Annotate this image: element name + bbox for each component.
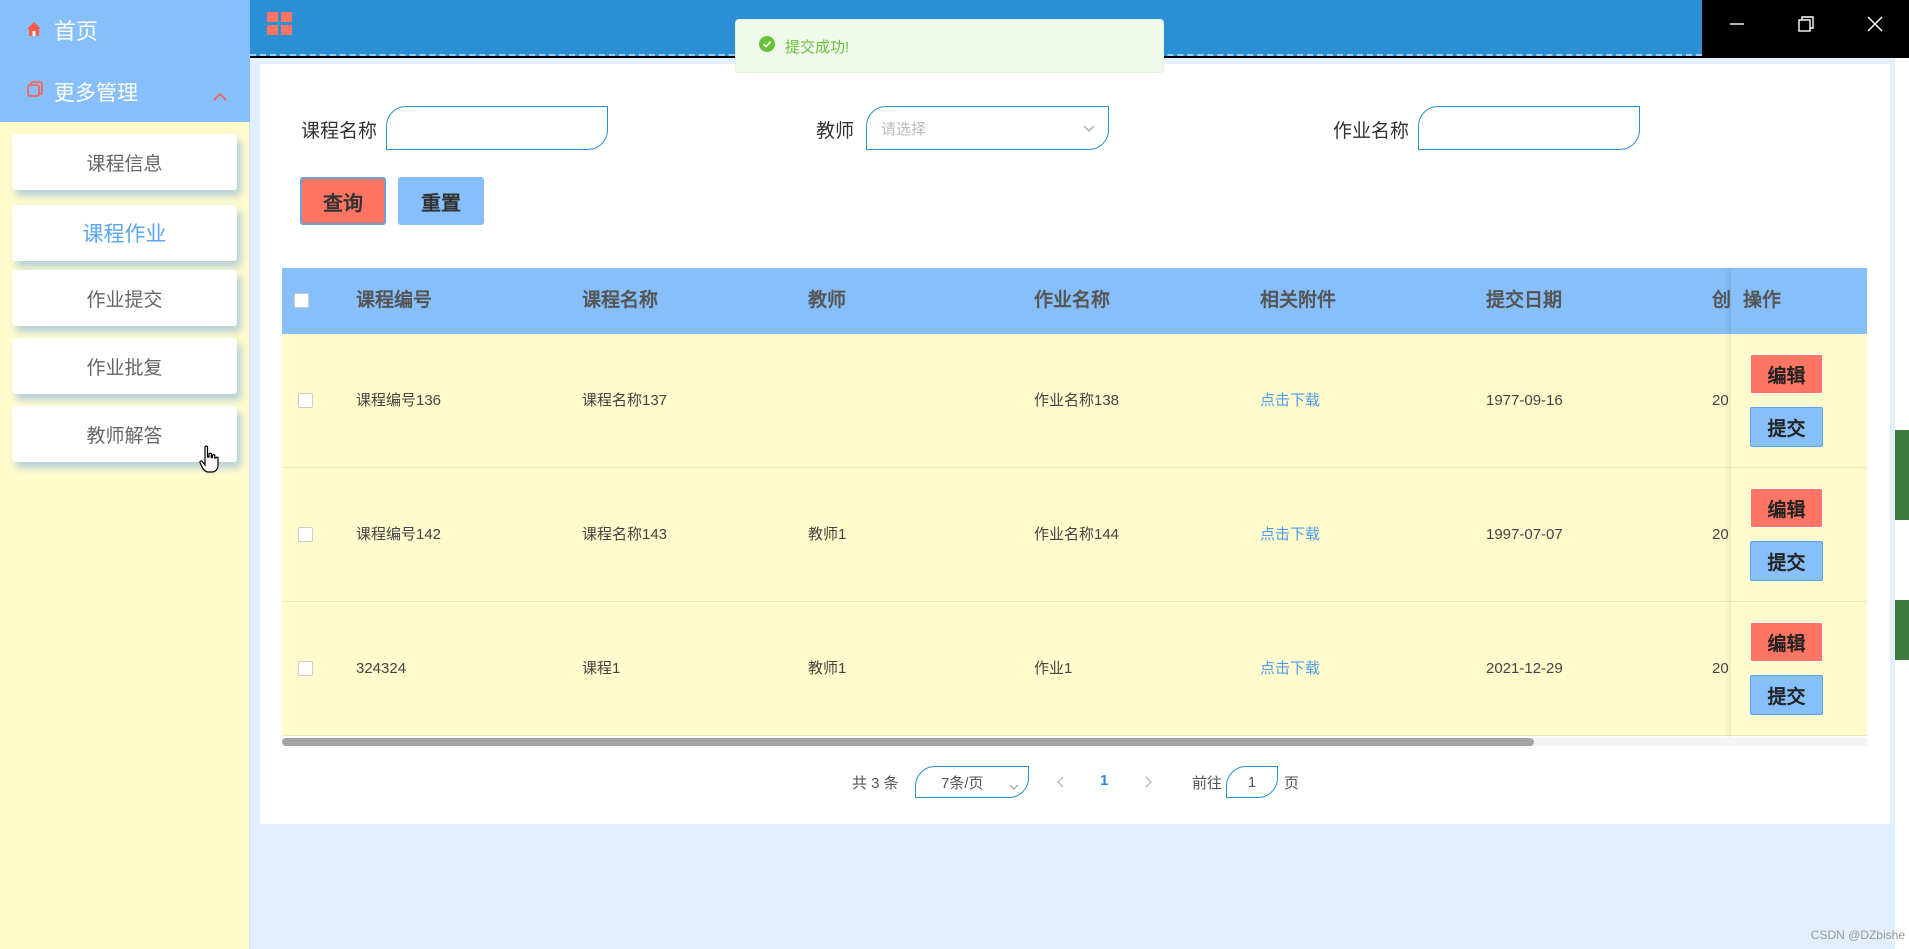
download-link[interactable]: 点击下载 [1260, 334, 1320, 468]
cell-course-no: 324324 [356, 660, 407, 677]
sidebar-item-label: 首页 [54, 19, 99, 44]
sidebar-item-homework-submit[interactable]: 作业提交 [12, 270, 237, 326]
cell-course-name: 课程名称143 [582, 526, 668, 543]
teacher-select-placeholder: 请选择 [881, 120, 927, 138]
sidebar: 首页 更多管理 课程信息 课程作业 作业提交 作业批复 教师解答 [0, 0, 250, 949]
submit-button[interactable]: 提交 [1750, 407, 1823, 447]
success-toast: 提交成功! [735, 19, 1164, 73]
toast-message: 提交成功! [785, 38, 850, 56]
window-controls [1702, 0, 1909, 47]
row-checkbox[interactable] [298, 393, 313, 408]
cell-homework-name: 作业1 [1034, 660, 1073, 677]
goto-label: 前往 [1192, 775, 1223, 792]
cell-teacher: 教师1 [808, 526, 847, 543]
cell-course-name: 课程名称137 [582, 392, 668, 409]
teacher-select[interactable]: 请选择 [866, 106, 1109, 150]
page-suffix-label: 页 [1284, 775, 1300, 792]
cell-submit-date: 2021-12-29 [1486, 660, 1563, 677]
cell-teacher: 教师1 [808, 660, 847, 677]
homework-name-input[interactable] [1418, 106, 1640, 150]
cell-created: 20 [1712, 526, 1729, 543]
query-button[interactable]: 查询 [300, 177, 386, 225]
column-header-submit-date[interactable]: 提交日期 [1486, 268, 1562, 334]
sidebar-item-more-management[interactable]: 更多管理 [26, 74, 228, 110]
sidebar-item-label: 更多管理 [54, 82, 138, 105]
cell-homework-name: 作业名称144 [1034, 526, 1120, 543]
sidebar-item-label: 作业提交 [86, 289, 163, 311]
submit-button[interactable]: 提交 [1750, 675, 1823, 715]
cell-course-no: 课程编号136 [356, 392, 442, 409]
sidebar-item-label: 作业批复 [86, 357, 163, 379]
app-grid-icon[interactable] [267, 12, 293, 41]
close-icon[interactable] [1865, 14, 1885, 34]
column-header-attachment[interactable]: 相关附件 [1260, 268, 1336, 334]
course-name-input[interactable] [386, 106, 608, 150]
column-header-teacher[interactable]: 教师 [808, 268, 846, 334]
table-horizontal-scrollbar[interactable] [282, 738, 1867, 746]
sidebar-item-course-info[interactable]: 课程信息 [12, 134, 237, 190]
sidebar-item-label: 课程作业 [82, 223, 167, 246]
row-checkbox[interactable] [298, 661, 313, 676]
edit-button[interactable]: 编辑 [1750, 622, 1823, 662]
submit-button[interactable]: 提交 [1750, 541, 1823, 581]
cell-created: 20 [1712, 660, 1729, 677]
sidebar-item-course-homework[interactable]: 课程作业 [12, 205, 237, 261]
sidebar-item-label: 教师解答 [86, 425, 163, 447]
course-name-label: 课程名称 [301, 121, 378, 142]
pager-total: 共 3 条 [852, 775, 899, 792]
column-header-course-name[interactable]: 课程名称 [582, 268, 658, 334]
edit-button[interactable]: 编辑 [1750, 488, 1823, 528]
cell-course-no: 课程编号142 [356, 526, 442, 543]
pointer-cursor-icon [199, 445, 219, 478]
chevron-down-icon [1082, 121, 1096, 138]
chevron-down-icon [1008, 778, 1020, 795]
next-page-icon[interactable] [1142, 774, 1154, 795]
page-size-select[interactable]: 7条/页 [915, 766, 1029, 798]
sidebar-header: 首页 更多管理 [0, 0, 250, 122]
copy-icon [26, 80, 44, 104]
sidebar-item-label: 课程信息 [86, 153, 163, 175]
cell-created: 20 [1712, 392, 1729, 409]
column-header-homework-name[interactable]: 作业名称 [1034, 268, 1110, 334]
column-header-created[interactable]: 创 [1712, 268, 1731, 334]
cell-submit-date: 1997-07-07 [1486, 526, 1563, 543]
page-number-current[interactable]: 1 [1100, 772, 1108, 789]
download-link[interactable]: 点击下载 [1260, 602, 1320, 736]
cell-homework-name: 作业名称138 [1034, 392, 1120, 409]
scrollbar-thumb[interactable] [282, 738, 1534, 746]
cell-course-name: 课程1 [582, 660, 621, 677]
scrollbar-indicator [1895, 600, 1909, 660]
minimize-icon[interactable] [1727, 14, 1747, 34]
homework-name-label: 作业名称 [1333, 121, 1410, 142]
edit-button[interactable]: 编辑 [1750, 354, 1823, 394]
select-all-checkbox[interactable] [294, 293, 309, 308]
sidebar-item-home[interactable]: 首页 [26, 12, 98, 48]
table-header: 课程编号 课程名称 教师 作业名称 相关附件 提交日期 创 操作 [282, 268, 1867, 334]
teacher-label: 教师 [816, 121, 855, 142]
table-row: 课程编号136 课程名称137 作业名称138 点击下载 1977-09-16 … [282, 334, 1867, 468]
sidebar-item-homework-reply[interactable]: 作业批复 [12, 338, 237, 394]
scrollbar-indicator [1895, 430, 1909, 520]
download-link[interactable]: 点击下载 [1260, 468, 1320, 602]
home-icon [26, 17, 42, 43]
chevron-up-icon [212, 84, 228, 108]
restore-icon[interactable] [1796, 14, 1816, 34]
row-checkbox[interactable] [298, 527, 313, 542]
check-circle-icon [759, 36, 775, 56]
reset-button[interactable]: 重置 [398, 177, 484, 225]
page-size-value: 7条/页 [941, 774, 984, 792]
goto-page-input[interactable]: 1 [1226, 766, 1278, 798]
watermark: CSDN @DZbishe [1810, 928, 1905, 942]
table-row: 课程编号142 课程名称143 教师1 作业名称144 点击下载 1997-07… [282, 468, 1867, 602]
column-header-course-no[interactable]: 课程编号 [356, 268, 432, 334]
cell-submit-date: 1977-09-16 [1486, 392, 1563, 409]
prev-page-icon[interactable] [1055, 774, 1067, 795]
table-row: 324324 课程1 教师1 作业1 点击下载 2021-12-29 20 [282, 602, 1867, 736]
